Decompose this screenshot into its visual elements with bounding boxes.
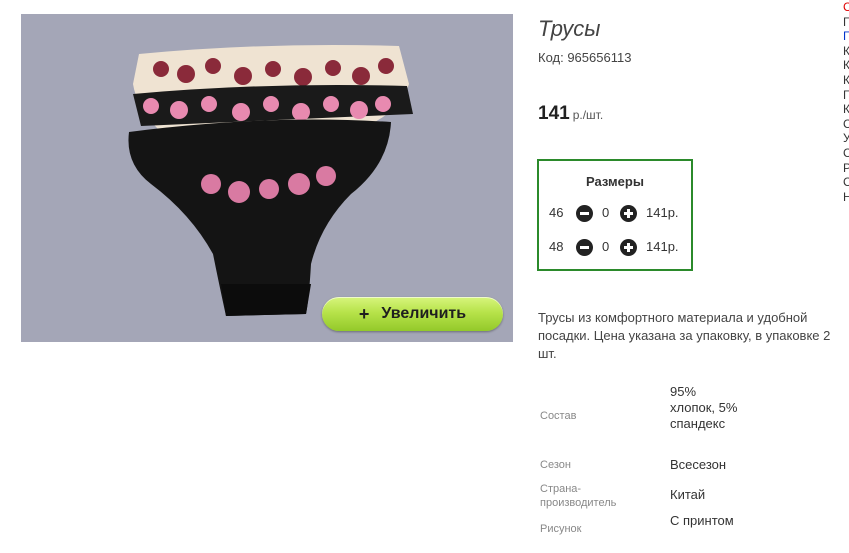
plus-icon[interactable]	[620, 205, 637, 222]
size-row-46: 46 0 141р.	[539, 203, 691, 223]
side-navigation: С Г Г К К К Г К С У С Р С Н	[843, 0, 849, 204]
zoom-button-label: Увеличить	[381, 305, 467, 322]
spec-label: Состав	[540, 410, 577, 422]
spec-label: Страна-производитель	[540, 483, 617, 509]
size-price: 141р.	[646, 205, 679, 220]
side-link[interactable]: Г	[843, 88, 849, 103]
side-link[interactable]: К	[843, 44, 849, 59]
spec-label: Рисунок	[540, 523, 582, 535]
panties-illustration	[128, 45, 413, 317]
product-price: 141 р./шт.	[538, 103, 603, 125]
side-link[interactable]: К	[843, 73, 849, 88]
size-label: 48	[549, 239, 564, 254]
side-link[interactable]: У	[843, 131, 849, 146]
minus-icon[interactable]	[576, 205, 593, 222]
sizes-title: Размеры	[586, 174, 644, 189]
sizes-panel: Размеры 46 0 141р. 48 0 141р.	[537, 159, 693, 271]
product-description: Трусы из комфортного материала и удобной…	[538, 310, 831, 361]
product-image[interactable]	[21, 14, 513, 342]
side-link[interactable]: Г	[843, 15, 849, 30]
minus-icon[interactable]	[576, 239, 593, 256]
spec-value: С принтом	[670, 513, 734, 528]
side-link[interactable]: К	[843, 102, 849, 117]
product-code: Код: 965656113	[538, 50, 632, 65]
quantity-value: 0	[602, 239, 610, 254]
side-link[interactable]: Г	[843, 29, 849, 44]
side-link[interactable]: С	[843, 146, 849, 161]
side-link[interactable]: К	[843, 58, 849, 73]
spec-label: Сезон	[540, 459, 571, 471]
side-link[interactable]: Н	[843, 190, 849, 205]
side-link[interactable]: Р	[843, 161, 849, 176]
spec-value: Всесезон	[670, 457, 727, 472]
size-label: 46	[549, 205, 564, 220]
side-link[interactable]: С	[843, 175, 849, 190]
product-title: Трусы	[538, 16, 601, 41]
spec-value: 95% хлопок, 5% спандекс	[670, 384, 738, 431]
size-price: 141р.	[646, 239, 679, 254]
price-value: 141	[538, 103, 570, 124]
size-row-48: 48 0 141р.	[539, 237, 691, 257]
spec-value: Китай	[670, 487, 706, 502]
plus-icon[interactable]	[620, 239, 637, 256]
side-link[interactable]: С	[843, 0, 849, 15]
quantity-value: 0	[602, 205, 610, 220]
side-link[interactable]: С	[843, 117, 849, 132]
price-unit: р./шт.	[572, 108, 604, 122]
plus-icon: +	[358, 303, 370, 324]
zoom-button[interactable]: + Увеличить	[322, 297, 503, 331]
